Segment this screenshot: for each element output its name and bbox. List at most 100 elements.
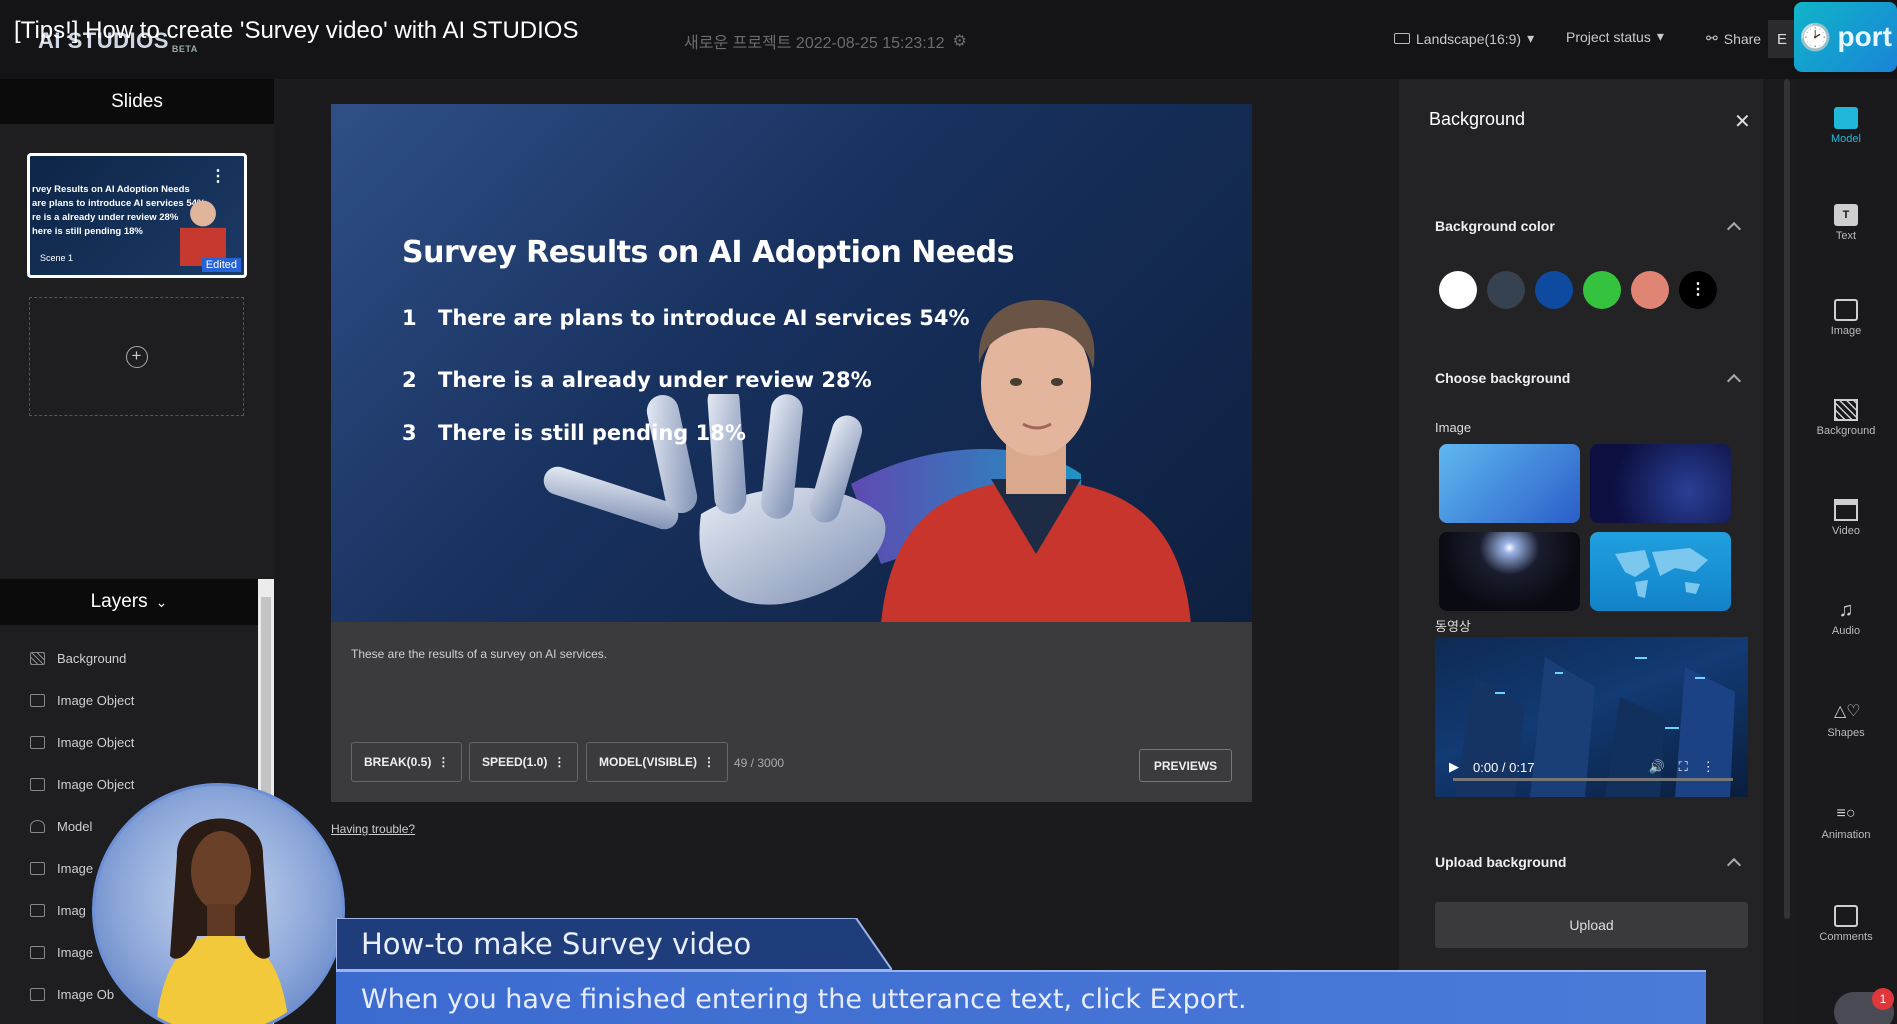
- background-image-option[interactable]: [1439, 444, 1580, 523]
- more-icon: ⋮: [437, 755, 450, 769]
- tool-text[interactable]: T Text: [1795, 204, 1897, 242]
- secondary-button[interactable]: E: [1768, 20, 1796, 58]
- slide-title[interactable]: Survey Results on AI Adoption Needs: [402, 235, 1014, 270]
- fullscreen-icon[interactable]: ⛶: [1679, 759, 1688, 775]
- color-swatch-blue[interactable]: [1535, 271, 1573, 309]
- aspect-ratio-dropdown[interactable]: Landscape(16:9) ▾: [1394, 30, 1534, 47]
- video-title-overlay: [Tips!] How to create 'Survey video' wit…: [14, 17, 579, 44]
- slide-thumbnail[interactable]: rvey Results on AI Adoption Needs are pl…: [27, 153, 247, 278]
- tool-audio[interactable]: ♫ Audio: [1795, 599, 1897, 637]
- more-colors-button[interactable]: ⋮: [1679, 271, 1717, 309]
- layer-item-image-object[interactable]: Image Object: [30, 735, 134, 750]
- row-text: There is a already under review 28%: [438, 368, 872, 392]
- thumb-presenter: [180, 196, 226, 266]
- color-swatch-green[interactable]: [1583, 271, 1621, 309]
- image-layer-icon: [30, 736, 45, 749]
- background-image-option[interactable]: [1590, 532, 1731, 611]
- survey-row[interactable]: 2 There is a already under review 28%: [402, 368, 872, 392]
- close-icon[interactable]: ✕: [1734, 109, 1751, 134]
- image-layer-icon: [30, 862, 45, 875]
- background-layer-icon: [30, 652, 45, 665]
- model-icon: [1834, 107, 1858, 129]
- project-status-dropdown[interactable]: Project status ▾: [1566, 28, 1664, 45]
- shapes-icon: △♡: [1834, 703, 1861, 720]
- color-swatch-white[interactable]: [1439, 271, 1477, 309]
- layer-item-image[interactable]: Image Ob: [30, 987, 114, 1002]
- tool-image[interactable]: Image: [1795, 299, 1897, 337]
- layer-item-model[interactable]: Model: [30, 819, 92, 834]
- survey-row[interactable]: 3 There is still pending 18%: [402, 421, 746, 445]
- chevron-up-icon[interactable]: [1726, 857, 1742, 873]
- background-video-preview[interactable]: ▶ 0:00 / 0:17 🔊 ⛶ ⋮: [1435, 637, 1748, 797]
- video-icon: [1834, 499, 1858, 521]
- tool-video[interactable]: Video: [1795, 499, 1897, 537]
- video-time: 0:00 / 0:17: [1473, 759, 1535, 775]
- layer-item-image[interactable]: Image: [30, 945, 93, 960]
- previews-button[interactable]: PREVIEWS: [1139, 749, 1232, 782]
- background-image-option[interactable]: [1439, 532, 1580, 611]
- layer-item-image-object[interactable]: Image Object: [30, 777, 134, 792]
- project-name[interactable]: 새로운 프로젝트 2022-08-25 15:23:12 ⚙: [684, 29, 967, 53]
- panel-scrollbar[interactable]: [1784, 79, 1790, 919]
- play-icon[interactable]: ▶: [1449, 759, 1459, 775]
- tool-model[interactable]: Model: [1795, 107, 1897, 145]
- background-color-section[interactable]: Background color: [1435, 218, 1555, 234]
- tool-comments[interactable]: Comments: [1795, 905, 1897, 943]
- video-label: 동영상: [1435, 619, 1471, 634]
- export-button[interactable]: 🕑 port: [1794, 2, 1897, 72]
- tool-animation[interactable]: ≡○ Animation: [1795, 803, 1897, 841]
- layer-item-image[interactable]: Imag: [30, 903, 86, 918]
- animation-icon: ≡○: [1836, 805, 1856, 822]
- background-panel: Background ✕ Background color ⋮ Choose b…: [1399, 79, 1763, 1024]
- gear-icon[interactable]: ⚙: [953, 31, 967, 51]
- character-counter: 49 / 3000: [734, 756, 785, 770]
- chevron-up-icon[interactable]: [1726, 373, 1742, 389]
- comment-icon: [1834, 905, 1858, 927]
- script-text[interactable]: These are the results of a survey on AI …: [351, 647, 607, 661]
- text-icon: T: [1834, 204, 1858, 226]
- upload-button[interactable]: Upload: [1435, 902, 1748, 948]
- more-options-icon[interactable]: ⋮: [1702, 759, 1715, 775]
- break-chip[interactable]: BREAK(0.5) ⋮: [351, 742, 463, 782]
- color-swatch-slate[interactable]: [1487, 271, 1525, 309]
- background-image-option[interactable]: [1590, 444, 1731, 523]
- add-slide-button[interactable]: +: [29, 297, 244, 416]
- layer-item-image-object[interactable]: Image Object: [30, 693, 134, 708]
- having-trouble-link[interactable]: Having trouble?: [331, 822, 415, 836]
- survey-row[interactable]: 1 There are plans to introduce AI service…: [402, 306, 970, 330]
- volume-icon[interactable]: 🔊: [1648, 759, 1664, 775]
- slide-canvas[interactable]: Survey Results on AI Adoption Needs 1 The…: [331, 104, 1252, 622]
- more-options-icon[interactable]: ⋮: [210, 166, 226, 186]
- chevron-up-icon[interactable]: [1726, 221, 1742, 237]
- image-layer-icon: [30, 904, 45, 917]
- video-progress-bar[interactable]: [1453, 778, 1733, 781]
- chevron-down-icon: ⌄: [155, 593, 168, 610]
- slides-panel: Slides rvey Results on AI Adoption Needs…: [0, 79, 274, 579]
- more-icon: ⋮: [553, 755, 566, 769]
- row-number: 3: [402, 421, 417, 445]
- layer-item-background[interactable]: Background: [30, 651, 126, 666]
- upload-background-section[interactable]: Upload background: [1435, 854, 1566, 870]
- tool-shapes[interactable]: △♡ Shapes: [1795, 701, 1897, 739]
- choose-background-section[interactable]: Choose background: [1435, 370, 1570, 386]
- tool-rail: Model T Text Image Background Video ♫ Au…: [1795, 79, 1897, 1024]
- image-layer-icon: [30, 988, 45, 1001]
- share-button[interactable]: ⚯ Share: [1706, 30, 1761, 47]
- plus-icon: +: [125, 345, 148, 368]
- script-editor[interactable]: These are the results of a survey on AI …: [331, 622, 1252, 802]
- audio-icon: ♫: [1838, 599, 1854, 621]
- caption-title: How-to make Survey video: [361, 927, 752, 961]
- tool-background[interactable]: Background: [1795, 399, 1897, 437]
- layer-item-image[interactable]: Image: [30, 861, 93, 876]
- image-icon: [1834, 299, 1858, 321]
- speed-chip[interactable]: SPEED(1.0) ⋮: [469, 742, 579, 782]
- layers-header[interactable]: Layers ⌄: [0, 579, 258, 625]
- color-swatch-salmon[interactable]: [1631, 271, 1669, 309]
- model-chip[interactable]: MODEL(VISIBLE) ⋮: [586, 742, 728, 782]
- notification-badge: 1: [1872, 988, 1894, 1010]
- top-bar: AI STUDIOS BETA [Tips!] How to create 'Su…: [0, 0, 1897, 79]
- landscape-icon: [1394, 33, 1410, 44]
- row-number: 2: [402, 368, 417, 392]
- world-map-icon: [1615, 548, 1708, 598]
- app-root: AI STUDIOS BETA [Tips!] How to create 'Su…: [0, 0, 1897, 1024]
